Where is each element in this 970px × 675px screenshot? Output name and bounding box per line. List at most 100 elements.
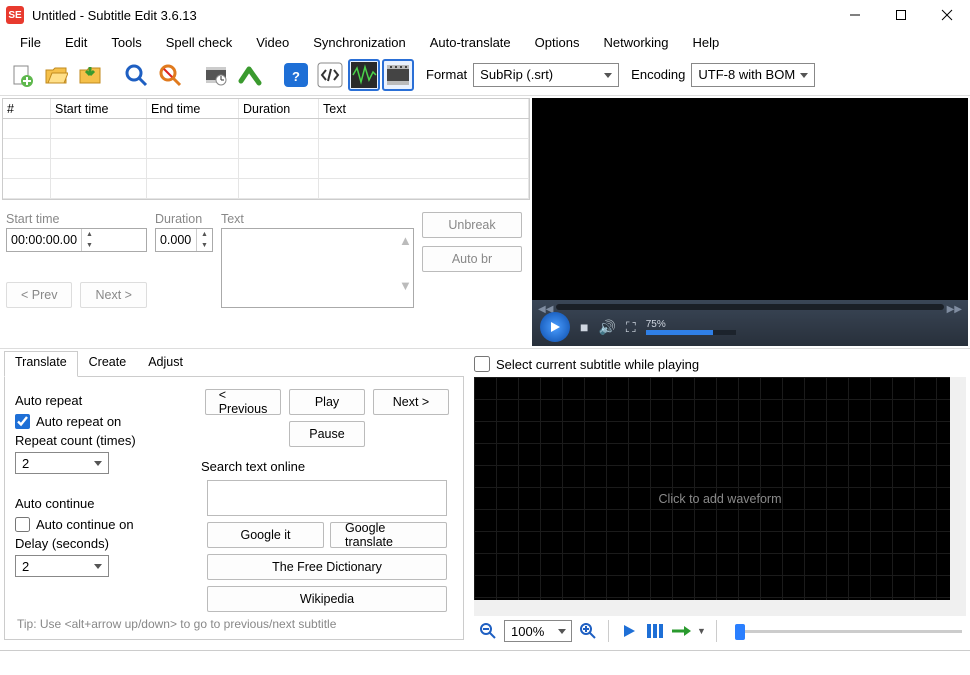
free-dictionary-button[interactable]: The Free Dictionary	[207, 554, 447, 580]
encoding-label: Encoding	[631, 67, 685, 82]
svg-text:?: ?	[292, 69, 300, 84]
save-icon[interactable]	[74, 59, 106, 91]
tip-text: Tip: Use <alt+arrow up/down> to go to pr…	[17, 617, 336, 631]
duration-field[interactable]	[156, 229, 196, 251]
minimize-button[interactable]	[832, 0, 878, 30]
previous-button[interactable]: < Previous	[205, 389, 281, 415]
auto-continue-title: Auto continue	[15, 496, 201, 511]
seek-bar[interactable]	[556, 304, 944, 310]
play-button[interactable]	[540, 312, 570, 342]
spinner-down-icon[interactable]: ▼	[82, 240, 97, 251]
autobr-button[interactable]: Auto br	[422, 246, 522, 272]
col-text[interactable]: Text	[319, 99, 529, 118]
col-dur[interactable]: Duration	[239, 99, 319, 118]
menu-file[interactable]: File	[10, 33, 51, 52]
open-file-icon[interactable]	[40, 59, 72, 91]
grid-align-icon[interactable]	[645, 621, 665, 641]
lower-tabs: Translate Create Adjust	[4, 351, 464, 377]
play-button[interactable]: Play	[289, 389, 365, 415]
subtitle-grid[interactable]: # Start time End time Duration Text	[2, 98, 530, 200]
prev-button[interactable]: < Prev	[6, 282, 72, 308]
waveform-area[interactable]: Click to add waveform	[474, 377, 966, 616]
google-translate-button[interactable]: Google translate	[330, 522, 447, 548]
col-num[interactable]: #	[3, 99, 51, 118]
play-wave-icon[interactable]	[619, 621, 639, 641]
spinner-up-icon[interactable]: ▲	[197, 229, 212, 240]
volume-label: 75%	[646, 319, 736, 330]
menu-edit[interactable]: Edit	[55, 33, 97, 52]
spellcheck-icon[interactable]	[234, 59, 266, 91]
menu-networking[interactable]: Networking	[593, 33, 678, 52]
tab-adjust[interactable]: Adjust	[137, 351, 194, 376]
col-start[interactable]: Start time	[51, 99, 147, 118]
spinner-down-icon[interactable]: ▼	[197, 240, 212, 251]
select-current-checkbox[interactable]	[474, 356, 490, 372]
goto-icon[interactable]	[671, 621, 691, 641]
visual-sync-icon[interactable]	[200, 59, 232, 91]
video-toggle-icon[interactable]	[382, 59, 414, 91]
waveform-vscroll[interactable]	[950, 377, 966, 616]
zoom-out-icon[interactable]	[478, 621, 498, 641]
tab-create[interactable]: Create	[78, 351, 138, 376]
wikipedia-button[interactable]: Wikipedia	[207, 586, 447, 612]
help-icon[interactable]: ?	[280, 59, 312, 91]
table-row[interactable]	[3, 139, 529, 159]
format-combo[interactable]: SubRip (.srt)	[473, 63, 619, 87]
table-row[interactable]	[3, 119, 529, 139]
menu-sync[interactable]: Synchronization	[303, 33, 416, 52]
delay-label: Delay (seconds)	[15, 536, 201, 551]
start-time-field[interactable]	[7, 229, 81, 251]
find-icon[interactable]	[120, 59, 152, 91]
next-button[interactable]: Next >	[373, 389, 449, 415]
menu-video[interactable]: Video	[246, 33, 299, 52]
delay-combo[interactable]: 2	[15, 555, 109, 577]
table-row[interactable]	[3, 179, 529, 199]
unbreak-button[interactable]: Unbreak	[422, 212, 522, 238]
menu-help[interactable]: Help	[683, 33, 730, 52]
pause-button[interactable]: Pause	[289, 421, 365, 447]
auto-continue-checkbox[interactable]: Auto continue on	[15, 517, 201, 532]
tab-translate[interactable]: Translate	[4, 351, 78, 377]
auto-continue-label: Auto continue on	[36, 517, 134, 532]
text-label: Text	[221, 212, 414, 226]
google-it-button[interactable]: Google it	[207, 522, 324, 548]
close-button[interactable]	[924, 0, 970, 30]
repeat-count-label: Repeat count (times)	[15, 433, 201, 448]
fullscreen-icon[interactable]: ⛶	[626, 319, 636, 336]
maximize-button[interactable]	[878, 0, 924, 30]
seek-fwd-icon[interactable]: ▶▶	[947, 304, 962, 315]
video-preview[interactable]: ◀◀ ▶▶ ■ 🔊 ⛶ 75%	[532, 98, 968, 346]
select-current-label: Select current subtitle while playing	[496, 357, 699, 372]
duration-input[interactable]: ▲▼	[155, 228, 213, 252]
duration-label: Duration	[155, 212, 213, 226]
menu-autotranslate[interactable]: Auto-translate	[420, 33, 521, 52]
new-file-icon[interactable]	[6, 59, 38, 91]
auto-repeat-checkbox[interactable]: Auto repeat on	[15, 414, 201, 429]
source-view-icon[interactable]	[314, 59, 346, 91]
waveform-toggle-icon[interactable]	[348, 59, 380, 91]
menu-tools[interactable]: Tools	[101, 33, 151, 52]
menu-options[interactable]: Options	[525, 33, 590, 52]
start-time-label: Start time	[6, 212, 147, 226]
menu-spellcheck[interactable]: Spell check	[156, 33, 242, 52]
repeat-count-combo[interactable]: 2	[15, 452, 109, 474]
zoom-in-icon[interactable]	[578, 621, 598, 641]
next-button[interactable]: Next >	[80, 282, 146, 308]
zoom-combo[interactable]: 100%	[504, 620, 572, 642]
stop-icon[interactable]: ■	[580, 319, 588, 335]
waveform-placeholder: Click to add waveform	[474, 492, 966, 506]
waveform-pos-slider[interactable]	[735, 621, 962, 641]
col-end[interactable]: End time	[147, 99, 239, 118]
table-row[interactable]	[3, 159, 529, 179]
search-online-input[interactable]	[207, 480, 447, 516]
spinner-up-icon[interactable]: ▲	[82, 229, 97, 240]
chevron-down-icon[interactable]: ▼	[697, 626, 706, 636]
encoding-combo[interactable]: UTF-8 with BOM	[691, 63, 815, 87]
start-time-input[interactable]: ▲▼	[6, 228, 147, 252]
format-value: SubRip (.srt)	[480, 67, 553, 82]
subtitle-text-input[interactable]: ▲▼	[221, 228, 414, 308]
waveform-hscroll[interactable]	[474, 600, 950, 616]
volume-icon[interactable]: 🔊	[598, 319, 615, 336]
replace-icon[interactable]	[154, 59, 186, 91]
volume-slider[interactable]	[646, 330, 736, 335]
